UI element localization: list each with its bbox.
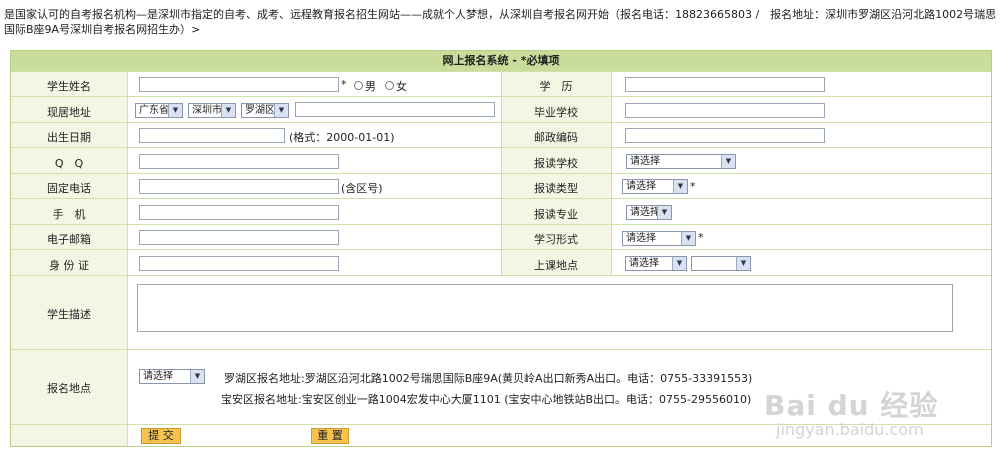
required-mark: *: [341, 78, 347, 91]
baidu-watermark-url: jingyan.baidu.com: [776, 420, 924, 439]
label-email: 电子邮箱: [47, 233, 91, 246]
gender-female-radio[interactable]: [385, 81, 394, 90]
mobile-input[interactable]: [139, 205, 339, 220]
label-study-form: 学习形式: [534, 233, 578, 246]
label-education: 学 历: [539, 80, 573, 93]
apply-major-value: 请选择: [630, 207, 660, 218]
city-select[interactable]: 深圳市 ▼: [188, 103, 236, 118]
apply-type-value: 请选择: [626, 181, 656, 192]
apply-school-select[interactable]: 请选择 ▼: [626, 154, 736, 169]
apply-major-select[interactable]: 请选择 ▼: [626, 205, 672, 220]
location-luohu: 罗湖区报名地址:罗湖区沿河北路1002号瑞思国际B座9A(黄贝岭A出口新秀A出口…: [224, 372, 753, 385]
label-phone: 固定电话: [47, 182, 91, 195]
qq-input[interactable]: [139, 154, 339, 169]
phone-area-hint: (含区号): [341, 182, 383, 195]
chevron-down-icon: ▼: [190, 370, 204, 383]
label-qq: Q Q: [54, 157, 84, 170]
signup-location-select[interactable]: 请选择 ▼: [139, 369, 205, 384]
baidu-watermark-logo: Bai du 经验: [764, 389, 939, 422]
chevron-down-icon: ▼: [672, 257, 686, 270]
email-input[interactable]: [139, 230, 339, 245]
required-mark: *: [690, 180, 696, 193]
label-apply-school: 报读学校: [534, 157, 578, 170]
study-form-value: 请选择: [626, 233, 656, 244]
gender-male-label: 男: [365, 80, 376, 93]
label-signup-location: 报名地点: [47, 382, 91, 395]
phone-input[interactable]: [139, 179, 339, 194]
signup-location-value: 请选择: [143, 371, 173, 382]
label-apply-type: 报读类型: [534, 182, 578, 195]
school-input[interactable]: [625, 103, 825, 118]
chevron-down-icon: ▼: [721, 155, 735, 168]
apply-type-select[interactable]: 请选择 ▼: [622, 179, 688, 194]
label-mobile: 手 机: [52, 208, 86, 221]
idcard-input[interactable]: [139, 256, 339, 271]
class-location-select[interactable]: 请选择 ▼: [625, 256, 687, 271]
label-idcard: 身 份 证: [49, 259, 89, 272]
birth-format-hint: (格式：2000-01-01): [289, 131, 395, 144]
label-address: 现居地址: [47, 106, 91, 119]
education-input[interactable]: [625, 77, 825, 92]
name-input[interactable]: [139, 77, 339, 92]
province-select[interactable]: 广东省 ▼: [135, 103, 183, 118]
province-value: 广东省: [139, 105, 169, 116]
district-value: 罗湖区: [245, 105, 275, 116]
chevron-down-icon: ▼: [657, 206, 671, 219]
chevron-down-icon: ▼: [168, 104, 182, 117]
birth-input[interactable]: [139, 128, 285, 143]
label-name: 学生姓名: [47, 80, 91, 93]
chevron-down-icon: ▼: [673, 180, 687, 193]
class-location-value: 请选择: [629, 258, 659, 269]
location-baoan: 宝安区报名地址:宝安区创业一路1004宏发中心大厦1101 (宝安中心地铁站B出…: [221, 393, 752, 406]
label-apply-major: 报读专业: [534, 208, 578, 221]
apply-school-value: 请选择: [630, 156, 660, 167]
chevron-down-icon: ▼: [736, 257, 750, 270]
postcode-input[interactable]: [625, 128, 825, 143]
district-select[interactable]: 罗湖区 ▼: [241, 103, 289, 118]
gender-male-radio[interactable]: [354, 81, 363, 90]
reset-button[interactable]: 重 置: [311, 428, 349, 444]
address-input[interactable]: [295, 102, 495, 117]
class-location-sub-select[interactable]: ▼: [691, 256, 751, 271]
intro-text: 是国家认可的自考报名机构—是深圳市指定的自考、成考、远程教育报名招生网站——成就…: [4, 8, 997, 36]
label-birth: 出生日期: [47, 131, 91, 144]
chevron-down-icon: ▼: [274, 104, 288, 117]
gender-female-label: 女: [396, 80, 407, 93]
required-mark: *: [698, 231, 704, 244]
study-form-select[interactable]: 请选择 ▼: [622, 231, 696, 246]
description-textarea[interactable]: [137, 284, 953, 332]
label-description: 学生描述: [47, 308, 91, 321]
city-value: 深圳市: [192, 105, 222, 116]
label-class-location: 上课地点: [534, 259, 578, 272]
label-school: 毕业学校: [534, 106, 578, 119]
label-postcode: 邮政编码: [534, 131, 578, 144]
chevron-down-icon: ▼: [221, 104, 235, 117]
chevron-down-icon: ▼: [681, 232, 695, 245]
submit-button[interactable]: 提 交: [141, 428, 181, 444]
form-title: 网上报名系统 - *必填项: [11, 51, 991, 71]
